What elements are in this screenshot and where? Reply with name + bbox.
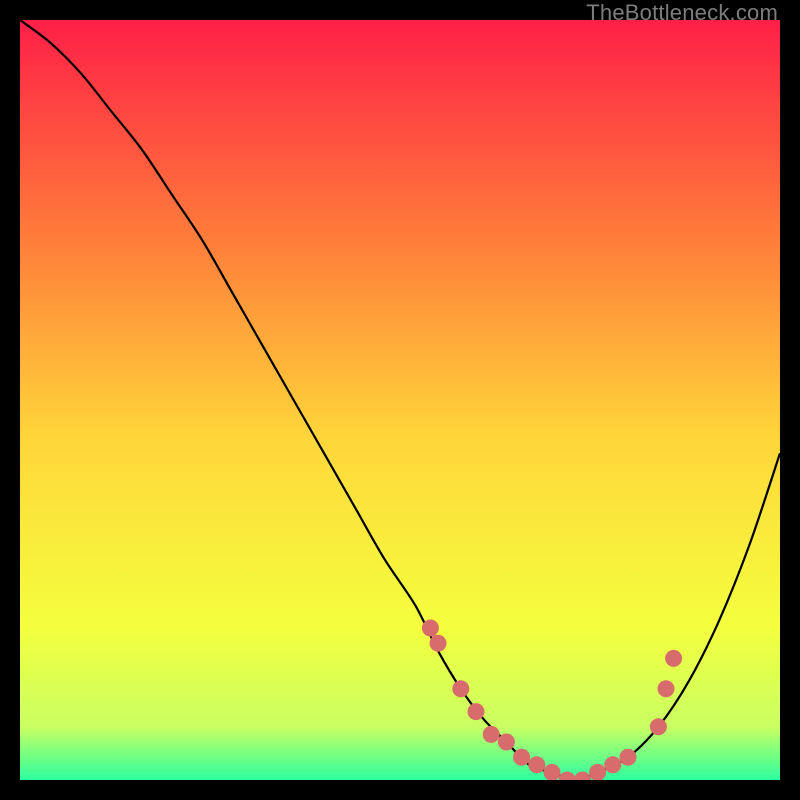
highlight-dot (658, 680, 675, 697)
highlight-dot (665, 650, 682, 667)
chart-background (20, 20, 780, 780)
highlight-dot (650, 718, 667, 735)
bottleneck-chart (20, 20, 780, 780)
highlight-dot (483, 726, 500, 743)
watermark-text: TheBottleneck.com (586, 0, 778, 26)
highlight-dot (528, 756, 545, 773)
highlight-dot (468, 703, 485, 720)
highlight-dot (498, 734, 515, 751)
highlight-dot (620, 749, 637, 766)
highlight-dot (452, 680, 469, 697)
highlight-dot (513, 749, 530, 766)
highlight-dot (604, 756, 621, 773)
highlight-dot (422, 620, 439, 637)
highlight-dot (430, 635, 447, 652)
